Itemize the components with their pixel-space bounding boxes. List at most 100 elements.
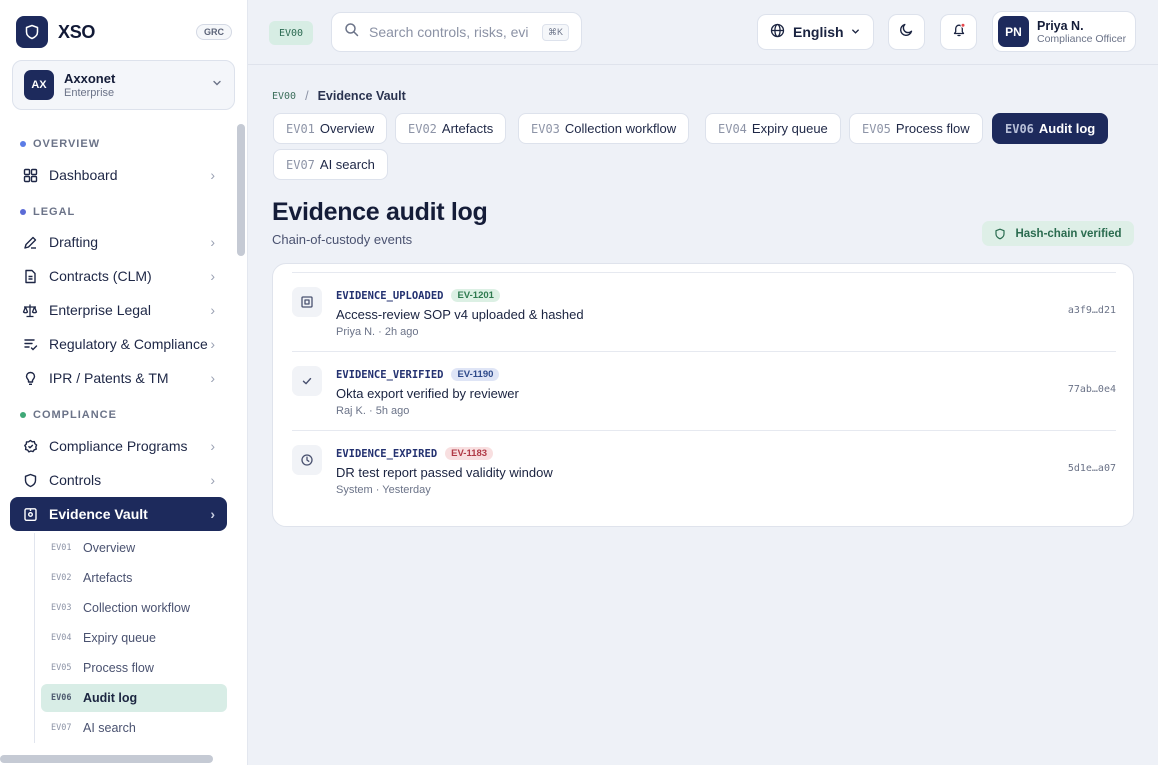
sidebar-item-regulatory[interactable]: Regulatory & Compliance › <box>10 327 227 361</box>
tab-ai-search[interactable]: EV07 AI search <box>273 149 388 180</box>
evidence-id-badge[interactable]: EV-1183 <box>445 447 494 460</box>
section-legal: LEGAL <box>20 206 75 218</box>
lightbulb-icon <box>22 370 38 386</box>
tab-label: Artefacts <box>441 121 494 136</box>
submenu-item-collection-workflow[interactable]: EV03 Collection workflow <box>41 594 227 622</box>
tab-code: EV07 <box>286 157 315 172</box>
tab-label: Expiry queue <box>751 121 828 136</box>
search-box[interactable]: Search controls, risks, evidence ⌘K <box>331 12 582 52</box>
event-meta: Raj K. · 5h ago <box>336 405 410 417</box>
sidebar-item-evidence-vault[interactable]: Evidence Vault › <box>10 497 227 531</box>
submenu-code: EV03 <box>51 603 72 613</box>
section-label: OVERVIEW <box>33 138 101 150</box>
submenu-label: Overview <box>83 541 136 555</box>
event-hash: 5d1e…a07 <box>1067 463 1116 474</box>
tab-code: EV03 <box>531 121 560 136</box>
submenu-label: Process flow <box>83 661 154 675</box>
section-label: LEGAL <box>33 206 76 218</box>
submenu-item-audit-log[interactable]: EV06 Audit log <box>41 684 227 712</box>
submenu-code: EV07 <box>51 723 72 733</box>
sidebar-item-ipr[interactable]: IPR / Patents & TM › <box>10 361 227 395</box>
submenu-item-overview[interactable]: EV01 Overview <box>41 534 227 562</box>
chevron-right-icon: › <box>210 370 215 386</box>
sidebar-item-label: Controls <box>49 472 102 488</box>
tab-code: EV01 <box>286 121 315 136</box>
event-description: Okta export verified by reviewer <box>336 386 519 401</box>
tab-audit-log[interactable]: EV06 Audit log <box>992 113 1109 144</box>
chevron-right-icon: › <box>210 438 215 454</box>
clock-icon <box>292 445 322 475</box>
tab-code: EV05 <box>862 121 891 136</box>
user-menu[interactable]: PN Priya N. Compliance Officer <box>992 11 1136 52</box>
evidence-id-badge[interactable]: EV-1190 <box>451 368 500 381</box>
audit-event-row[interactable]: EVIDENCE_VERIFIED EV-1190 Okta export ve… <box>292 351 1116 430</box>
sidebar-item-compliance-programs[interactable]: Compliance Programs › <box>10 429 227 463</box>
submenu-label: Audit log <box>83 691 138 705</box>
submenu-item-ai-search[interactable]: EV07 AI search <box>41 714 227 742</box>
submenu-item-artefacts[interactable]: EV02 Artefacts <box>41 564 227 592</box>
search-shortcut-hint: ⌘K <box>541 23 569 41</box>
org-switcher[interactable]: AX Axxonet Enterprise <box>12 60 235 110</box>
theme-toggle-button[interactable] <box>888 14 925 50</box>
section-dot <box>20 412 26 418</box>
check-icon <box>292 366 322 396</box>
hash-chain-verified-badge: Hash-chain verified <box>982 221 1134 246</box>
evidence-id-badge[interactable]: EV-1201 <box>451 289 500 302</box>
audit-event-row[interactable]: EVIDENCE_EXPIRED EV-1183 DR test report … <box>292 430 1116 509</box>
tab-collection-workflow[interactable]: EV03 Collection workflow <box>518 113 690 144</box>
shield-icon <box>995 228 1006 239</box>
audit-log-card: EVIDENCE_UPLOADED EV-1201 Access-review … <box>272 263 1134 527</box>
brand-name: XSO <box>58 21 96 42</box>
tab-expiry-queue[interactable]: EV04 Expiry queue <box>705 113 841 144</box>
language-selector[interactable]: English <box>757 14 874 50</box>
document-icon <box>22 268 38 284</box>
org-plan: Enterprise <box>64 87 115 99</box>
chevron-right-icon: › <box>210 167 215 183</box>
submenu-code: EV04 <box>51 633 72 643</box>
tab-overview[interactable]: EV01 Overview <box>273 113 388 144</box>
section-compliance: COMPLIANCE <box>20 409 117 421</box>
org-name: Axxonet <box>64 71 116 86</box>
sidebar-item-contracts[interactable]: Contracts (CLM) › <box>10 259 227 293</box>
sidebar-item-label: Dashboard <box>49 167 118 183</box>
chevron-right-icon: › <box>210 506 215 522</box>
notifications-button[interactable] <box>940 14 977 50</box>
page-title: Evidence audit log <box>272 198 488 226</box>
tab-label: Collection workflow <box>564 121 677 136</box>
submenu-code: EV05 <box>51 663 72 673</box>
submenu-label: AI search <box>83 721 136 735</box>
sidebar-item-enterprise-legal[interactable]: Enterprise Legal › <box>10 293 227 327</box>
search-input[interactable]: Search controls, risks, evidence <box>369 24 529 40</box>
sidebar-item-dashboard[interactable]: Dashboard › <box>10 158 227 192</box>
section-overview: OVERVIEW <box>20 138 100 150</box>
sidebar-item-controls[interactable]: Controls › <box>10 463 227 497</box>
sidebar-item-drafting[interactable]: Drafting › <box>10 225 227 259</box>
sidebar-vertical-scrollbar[interactable] <box>237 124 245 256</box>
topbar: EV00 Search controls, risks, evidence ⌘K… <box>248 0 1158 65</box>
grid-icon <box>22 167 38 183</box>
submenu-item-expiry-queue[interactable]: EV04 Expiry queue <box>41 624 227 652</box>
user-role: Compliance Officer <box>1037 32 1127 45</box>
section-label: COMPLIANCE <box>33 409 117 421</box>
breadcrumb-code[interactable]: EV00 <box>272 91 296 102</box>
org-avatar: AX <box>24 70 54 100</box>
tab-process-flow[interactable]: EV05 Process flow <box>849 113 983 144</box>
event-hash: a3f9…d21 <box>1067 305 1116 316</box>
chevron-down-icon <box>850 24 861 40</box>
tab-artefacts[interactable]: EV02 Artefacts <box>395 113 507 144</box>
tab-label: AI search <box>319 157 375 172</box>
moon-icon <box>899 22 914 42</box>
submenu-item-process-flow[interactable]: EV05 Process flow <box>41 654 227 682</box>
page-subtitle: Chain-of-custody events <box>272 232 413 247</box>
shield-icon <box>22 472 38 488</box>
tab-code: EV06 <box>1005 121 1034 136</box>
verified-label: Hash-chain verified <box>1015 227 1122 240</box>
tab-label: Overview <box>319 121 375 136</box>
sidebar: XSO GRC AX Axxonet Enterprise OVERVIEW D… <box>0 0 248 765</box>
sidebar-horizontal-scrollbar[interactable] <box>0 755 213 763</box>
upload-box-icon <box>292 287 322 317</box>
shield-logo-icon <box>16 16 48 48</box>
audit-event-row[interactable]: EVIDENCE_UPLOADED EV-1201 Access-review … <box>292 272 1116 351</box>
section-dot <box>20 141 26 147</box>
chevron-right-icon: › <box>210 302 215 318</box>
